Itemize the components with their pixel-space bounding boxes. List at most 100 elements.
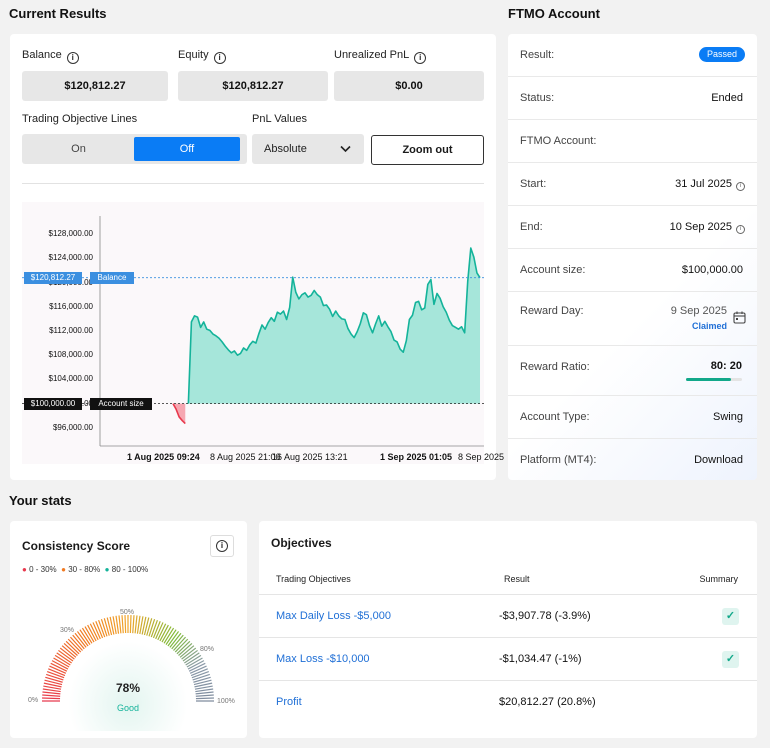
start-value-wrap: 31 Jul 2025 i xyxy=(675,163,745,206)
objective-link[interactable]: Profit xyxy=(276,681,302,724)
balance-label: Balance xyxy=(22,49,62,61)
current-results-card: Balance i $120,812.27 Equity i $120,812.27… xyxy=(10,34,504,480)
account-type-value: Swing xyxy=(713,411,743,423)
platform-row: Platform (MT4): Download xyxy=(508,439,757,482)
zoom-out-button[interactable]: Zoom out xyxy=(371,135,484,165)
calendar-icon[interactable] xyxy=(733,311,746,324)
gauge-tick xyxy=(100,619,108,637)
row-label: Result: xyxy=(520,49,555,61)
balance-marker-tag: Balance xyxy=(90,271,134,284)
gauge-tick xyxy=(136,615,141,634)
gauge-tick xyxy=(46,673,64,681)
gauge-tick xyxy=(115,615,120,634)
objective-link[interactable]: Max Loss -$10,000 xyxy=(276,638,370,681)
ftmo-account-row: FTMO Account: xyxy=(508,120,757,163)
gauge-label-0: 0% xyxy=(28,697,39,704)
unrealized-pnl-value: $0.00 xyxy=(334,71,484,101)
unrealized-pnl-label: Unrealized PnL xyxy=(334,49,410,61)
info-icon[interactable]: i xyxy=(213,52,226,64)
current-results-title: Current Results xyxy=(9,6,107,21)
row-label: Account size: xyxy=(520,264,586,276)
x-tick-label: 1 Sep 2025 01:05 xyxy=(380,452,453,462)
objective-result: -$3,907.78 (-3.9%) xyxy=(499,610,591,622)
check-icon: ✓ xyxy=(722,608,739,625)
objective-result: $20,812.27 (20.8%) xyxy=(499,696,596,708)
gauge-tick xyxy=(118,615,122,634)
toggle-off-button[interactable]: Off xyxy=(134,137,240,161)
objective-row: Max Loss -$10,000 -$1,034.47 (-1%) ✓ xyxy=(259,637,757,680)
end-value: 10 Sep 2025 xyxy=(669,221,732,233)
objective-lines-toggle: On Off xyxy=(22,134,247,164)
gauge-tick xyxy=(42,688,61,693)
objective-row: Profit $20,812.27 (20.8%) xyxy=(259,680,757,723)
unrealized-label-wrap: Unrealized PnL i xyxy=(334,49,427,64)
consistency-score-value: 78% xyxy=(115,681,141,695)
toggle-on-button[interactable]: On xyxy=(25,137,132,161)
check-icon: ✓ xyxy=(722,651,739,668)
pnl-values-label: PnL Values xyxy=(252,113,308,125)
reward-ratio-bar xyxy=(686,378,742,381)
reward-ratio-row: Reward Ratio: 80: 20 xyxy=(508,346,757,396)
x-tick-label: 1 Aug 2025 09:24 xyxy=(127,452,200,462)
gauge-label-100: 100% xyxy=(217,698,235,705)
objective-lines-label: Trading Objective Lines xyxy=(22,113,138,125)
gauge-tick xyxy=(121,615,124,634)
ftmo-account-title: FTMO Account xyxy=(508,6,600,21)
account-size-marker-tag: Account size xyxy=(90,397,152,410)
pnl-values-select[interactable]: Absolute xyxy=(252,134,364,164)
consistency-score-card: Consistency Score i ● 0 - 30% ● 30 - 80%… xyxy=(10,521,247,738)
pnl-values-selected: Absolute xyxy=(264,143,307,155)
equity-label-wrap: Equity i xyxy=(178,49,226,64)
gauge-label-50: 50% xyxy=(120,609,135,616)
status-row: Status: Ended xyxy=(508,77,757,120)
gauge-tick xyxy=(42,694,61,697)
info-icon[interactable]: i xyxy=(414,52,427,64)
objectives-title: Objectives xyxy=(271,536,332,550)
clock-icon[interactable]: i xyxy=(736,225,745,234)
gauge-tick xyxy=(195,691,214,695)
profit-area xyxy=(188,248,480,404)
equity-chart[interactable]: $128,000.00$124,000.00$120,000.00$116,00… xyxy=(22,202,504,464)
objectives-card: Objectives Trading Objectives Result Sum… xyxy=(259,521,757,738)
gauge-tick xyxy=(192,673,210,681)
objective-link[interactable]: Max Daily Loss -$5,000 xyxy=(276,595,391,638)
status-value: Ended xyxy=(711,92,743,104)
end-value-wrap: 10 Sep 2025 i xyxy=(670,206,745,249)
end-row: End: 10 Sep 2025 i xyxy=(508,206,757,249)
divider xyxy=(22,183,484,184)
balance-value: $120,812.27 xyxy=(22,71,168,101)
gauge-tick xyxy=(134,615,138,634)
claimed-label: Claimed xyxy=(691,321,727,331)
start-row: Start: 31 Jul 2025 i xyxy=(508,163,757,206)
row-label: Start: xyxy=(520,178,547,190)
row-label: Reward Ratio: xyxy=(520,361,590,373)
account-type-row: Account Type: Swing xyxy=(508,396,757,439)
x-tick-label: 8 Aug 2025 21:00 xyxy=(210,452,281,462)
reward-ratio-value: 80: 20 xyxy=(710,360,742,372)
account-size-value: $100,000.00 xyxy=(681,264,743,276)
reward-ratio-fill xyxy=(686,378,731,381)
row-label: Account Type: xyxy=(520,411,590,423)
objective-result: -$1,034.47 (-1%) xyxy=(499,653,582,665)
row-label: Status: xyxy=(520,92,555,104)
reward-day-row: Reward Day: 9 Sep 2025 Claimed xyxy=(508,292,757,346)
start-value: 31 Jul 2025 xyxy=(675,178,732,190)
gauge-tick xyxy=(195,688,214,693)
account-size-marker-value: $100,000.00 xyxy=(24,397,82,410)
col-trading-objectives: Trading Objectives xyxy=(276,574,351,584)
gauge-tick xyxy=(129,615,132,634)
ftmo-account-card: Result: Passed Status: Ended FTMO Accoun… xyxy=(508,34,757,480)
row-label: End: xyxy=(520,221,543,233)
row-label: FTMO Account: xyxy=(520,135,597,147)
clock-icon[interactable]: i xyxy=(736,182,745,191)
equity-label: Equity xyxy=(178,49,209,61)
consistency-rating: Good xyxy=(116,703,140,713)
gauge-tick xyxy=(42,697,61,700)
gauge-tick xyxy=(42,691,61,695)
balance-marker-value: $120,812.27 xyxy=(24,271,82,284)
row-label: Platform (MT4): xyxy=(520,454,597,466)
info-icon[interactable]: i xyxy=(66,52,79,64)
chevron-down-icon xyxy=(340,145,351,153)
download-link[interactable]: Download xyxy=(694,439,743,482)
x-tick-label: 16 Aug 2025 13:21 xyxy=(272,452,348,462)
